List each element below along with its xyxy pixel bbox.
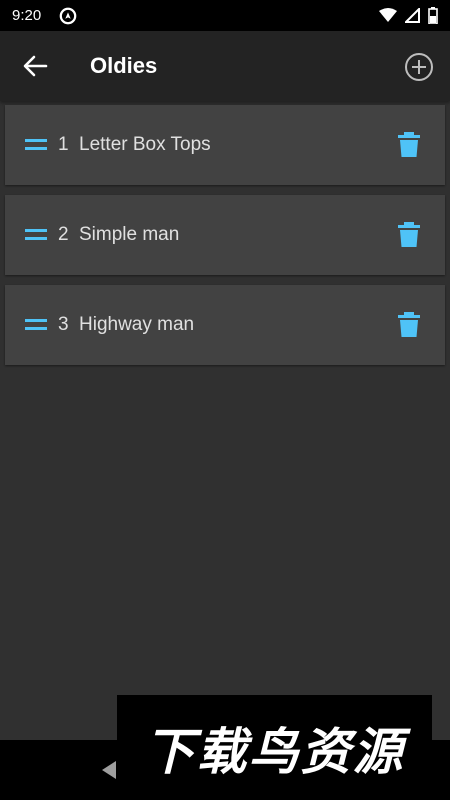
trash-icon[interactable]: [398, 312, 420, 338]
song-number: 3: [58, 314, 69, 335]
app-notification-icon: [59, 7, 77, 24]
song-number: 2: [58, 224, 69, 245]
cell-signal-icon: [405, 8, 420, 23]
status-bar: 9:20: [0, 0, 450, 31]
status-time: 9:20: [12, 7, 42, 24]
wifi-icon: [379, 8, 397, 22]
drag-handle-icon[interactable]: [25, 138, 47, 152]
drag-handle-icon[interactable]: [25, 228, 47, 242]
song-name: Simple man: [79, 224, 180, 245]
nav-back-icon[interactable]: [100, 760, 118, 780]
watermark-text: 下载鸟资源: [144, 722, 405, 781]
battery-icon: [428, 7, 438, 24]
status-icons: [379, 7, 438, 24]
song-number: 1: [58, 134, 69, 155]
list-item[interactable]: 3 Highway man: [5, 285, 445, 365]
song-name: Highway man: [79, 314, 195, 335]
app-bar: Oldies: [0, 31, 450, 101]
watermark: 下载鸟资源: [117, 695, 432, 800]
add-circle-icon[interactable]: [404, 52, 434, 82]
list-item[interactable]: 1 Letter Box Tops: [5, 105, 445, 185]
song-name: Letter Box Tops: [79, 134, 211, 155]
arrow-back-icon[interactable]: [22, 53, 48, 79]
trash-icon[interactable]: [398, 132, 420, 158]
drag-handle-icon[interactable]: [25, 318, 47, 332]
list-item[interactable]: 2 Simple man: [5, 195, 445, 275]
song-list: 1 Letter Box Tops 2 Simple man 3 Highway…: [5, 105, 445, 375]
trash-icon[interactable]: [398, 222, 420, 248]
page-title: Oldies: [90, 53, 158, 78]
